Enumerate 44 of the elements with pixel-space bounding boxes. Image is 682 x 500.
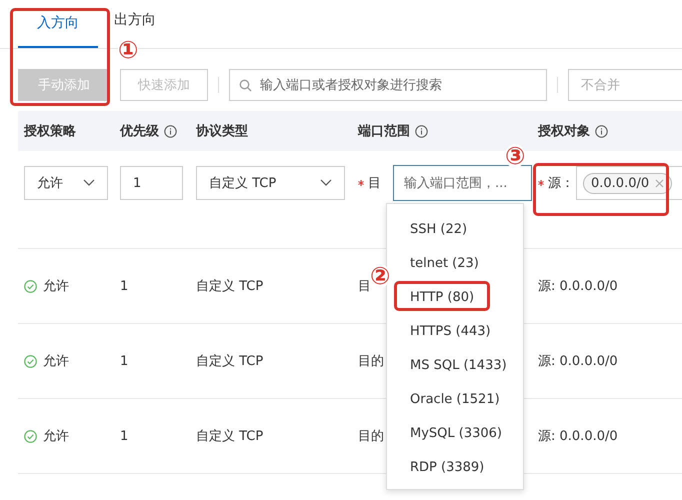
column-header: 授权对象 [538,123,590,140]
column-header: 授权策略 [24,123,76,140]
priority-input[interactable]: 1 [120,166,183,200]
port-label: 目 [368,175,381,192]
protocol-cell-text: 自定义 TCP [196,428,264,445]
port-cell-text: 目 [358,278,371,295]
priority-cell: 1 [120,354,128,368]
port-cell-text: 目的 [358,428,384,445]
policy-cell-text: 允许 [43,278,69,295]
check-circle-icon [24,430,37,442]
step-number: ② [370,264,390,288]
column-header: 协议类型 [196,122,248,140]
port-option[interactable]: RDP (3389) [387,450,523,484]
column-header: 优先级 [120,123,159,140]
priority-cell: 1 [120,278,128,294]
source-label: 源： [548,175,574,192]
protocol-cell-text: 自定义 TCP [196,278,264,295]
port-range-input[interactable]: 输入端口范围，... [393,165,532,201]
port-option[interactable]: Oracle (1521) [387,382,523,416]
direction-tab[interactable]: 出方向 [112,7,158,35]
column-header: 端口范围 [358,123,410,140]
chevron-icon [320,179,332,187]
source-cell-text: 源: 0.0.0.0/0 [538,278,618,295]
port-option[interactable]: SSH (22) [387,212,523,246]
policy-select[interactable]: 允许 [24,166,108,200]
source-cell-text: 源: 0.0.0.0/0 [538,353,618,370]
port-option[interactable]: MySQL (3306) [387,416,523,450]
source-cell-text: 源: 0.0.0.0/0 [538,428,618,445]
direction-tab[interactable]: 入方向 [18,0,98,48]
check-circle-icon [24,354,37,368]
check-circle-icon [24,280,37,292]
chevron-icon [83,179,95,187]
port-option[interactable]: MS SQL (1433) [387,348,523,382]
close-icon[interactable] [655,178,664,188]
priority-cell: 1 [120,428,128,444]
protocol-cell-text: 自定义 TCP [196,353,264,370]
policy-cell-text: 允许 [43,428,69,445]
search-field[interactable]: 输入端口或者授权对象进行搜索 [229,69,547,101]
ip-tag: 0.0.0.0/0 [583,172,672,194]
port-cell-text: 目的 [358,353,384,370]
port-option[interactable]: HTTPS (443) [387,314,523,348]
protocol-select[interactable]: 自定义 TCP [196,166,345,200]
source-field[interactable]: 0.0.0.0/0 [576,166,682,200]
policy-cell-text: 允许 [43,353,69,370]
